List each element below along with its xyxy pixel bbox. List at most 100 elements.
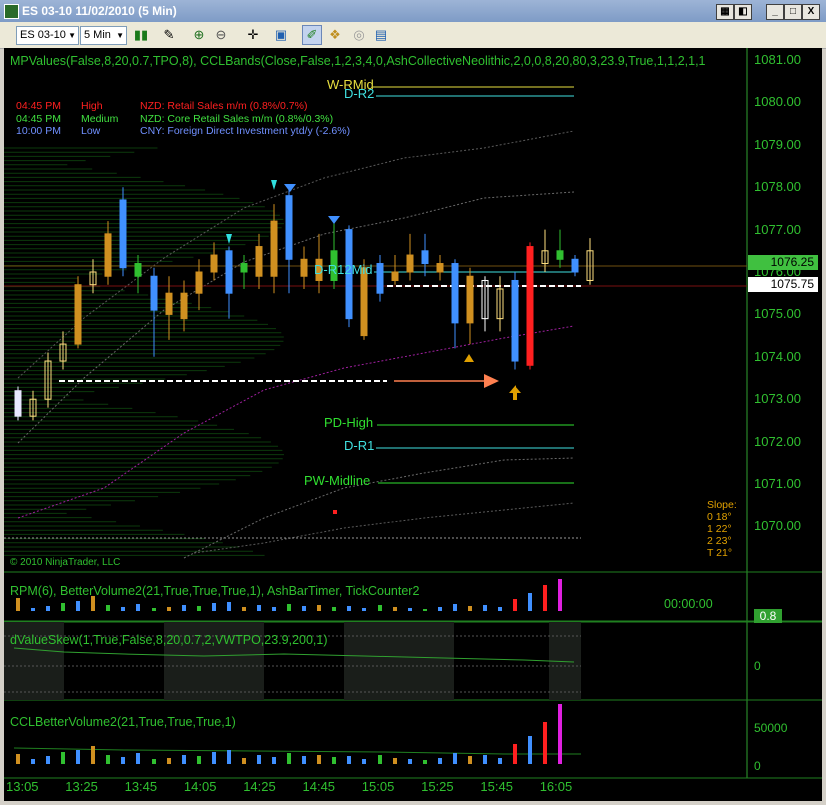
volume-panel-header: CCLBetterVolume2(21,True,True,True,1) [10,715,236,729]
chart-style-icon[interactable]: ▮▮ [132,26,150,44]
rpm-volume-bar [332,607,336,611]
ccl-volume-bar [91,746,95,764]
rpm-volume-bar [106,605,110,611]
rpm-volume-bar [287,604,291,611]
ccl-volume-bar [543,722,547,764]
interval-value: 5 Min [84,29,111,41]
price-tick-label: 1080.00 [754,94,801,110]
candle-body [255,246,263,277]
ccl-volume-bar [513,744,517,764]
level-label: D-R2 [344,86,375,101]
news-text: NZD: Core Retail Sales m/m (0.8%/0.3%) [140,112,334,125]
ccl-volume-bar [61,752,65,764]
ccl-volume-bar [302,756,306,764]
minimize-button[interactable]: _ [766,4,784,20]
app-icon [4,4,19,19]
indicator-icon[interactable]: ❖ [326,26,344,44]
candle-body [511,279,519,362]
up-arrow-icon [509,386,521,393]
zoom-in-icon[interactable]: ⊕ [190,26,208,44]
rpm-volume-bar [513,599,517,611]
ccl-volume-bar [423,760,427,764]
ccl-volume-bar [287,753,291,764]
chart-area[interactable]: MPValues(False,8,20,0.7,TPO,8), CCLBands… [4,48,822,801]
price-tick-label: 1081.00 [754,52,801,67]
triangle-marker-icon [464,354,474,362]
rpm-volume-bar [558,579,562,611]
rpm-volume-bar [393,607,397,611]
rpm-volume-bar [136,604,140,611]
candle-body [225,250,233,294]
ccl-volume-bar [332,757,336,764]
ccl-volume-bar [242,758,246,764]
candle-body [451,263,459,324]
level-label: D-R1 [344,438,375,453]
ccl-volume-bar [347,756,351,764]
ccl-volume-bar [558,704,562,764]
slope-row: 0 18° [707,511,732,523]
candle-body [300,258,308,277]
news-impact: Medium [81,112,119,125]
ccl-volume-bar [317,755,321,764]
ccl-volume-bar [197,756,201,764]
down-arrow-icon [271,180,277,190]
strategy-icon[interactable]: ✐ [302,25,322,45]
candle-body [134,263,142,277]
slope-title: Slope: [707,499,737,511]
slope-row: 1 22° [707,523,732,535]
interval-selector[interactable]: 5 Min ▼ [80,26,127,45]
candle-body [556,250,564,260]
rpm-volume-bar [212,603,216,611]
level-label: PW-Midline [304,473,371,488]
rpm-volume-bar [167,607,171,611]
close-button[interactable]: X [802,4,820,20]
rpm-volume-bar [498,607,502,611]
price-tick-label: 1074.00 [754,348,801,364]
clock-icon[interactable]: ◎ [350,26,368,44]
ccl-volume-bar [106,755,110,764]
price-tick-label: 1073.00 [754,391,801,407]
link-icon[interactable]: ◧ [734,4,752,20]
candle-body [270,220,278,277]
time-tick-label: 14:05 [183,779,217,794]
down-arrow-icon [226,234,232,244]
zoom-out-icon[interactable]: ⊖ [212,26,230,44]
rpm-volume-bar [152,608,156,611]
candle-body [240,263,248,273]
rpm-volume-bar [528,593,532,611]
candle-body [360,267,368,337]
data-box-icon[interactable]: ▤ [372,26,390,44]
rpm-value-tag: 0.8 [754,609,782,623]
chart-toolbar: ES 03-10 ▼ 5 Min ▼ ▮▮ ✎ ⊕ ⊖ ✛ ▣ ✐ ❖ ◎ ▤ [0,22,826,49]
rpm-volume-bar [438,607,442,611]
last-price-tag: 1076.25 [748,255,818,270]
time-tick-label: 15:25 [421,779,454,794]
lower-band-outer [193,502,575,554]
ccl-volume-bar [227,750,231,764]
ccl-volume-bar [46,756,50,764]
rpm-volume-bar [76,601,80,611]
rpm-volume-bar [46,606,50,611]
rpm-volume-bar [91,596,95,611]
candle-body [150,275,158,311]
chart-canvas[interactable] [4,48,822,801]
chevron-down-icon: ▼ [68,31,76,40]
copyright-text: © 2010 NinjaTrader, LLC [10,557,121,568]
ccl-volume-bar [453,753,457,764]
candle-body [285,195,293,260]
ccl-volume-bar [152,759,156,764]
ccl-volume-bar [393,758,397,764]
volume-axis-bottom: 0 [754,759,761,773]
news-time: 04:45 PM [16,112,61,125]
layout-icon[interactable]: ▦ [716,4,734,20]
price-tick-label: 1078.00 [754,179,801,195]
instrument-selector[interactable]: ES 03-10 ▼ [16,26,79,45]
crosshair-icon[interactable]: ✛ [244,26,262,44]
drawing-pen-icon[interactable]: ✎ [160,26,178,44]
properties-icon[interactable]: ▣ [272,26,290,44]
candle-body [119,199,127,269]
maximize-button[interactable]: □ [784,4,802,20]
ccl-volume-bar [182,755,186,764]
time-tick-label: 13:45 [124,779,158,794]
rpm-volume-bar [362,608,366,611]
